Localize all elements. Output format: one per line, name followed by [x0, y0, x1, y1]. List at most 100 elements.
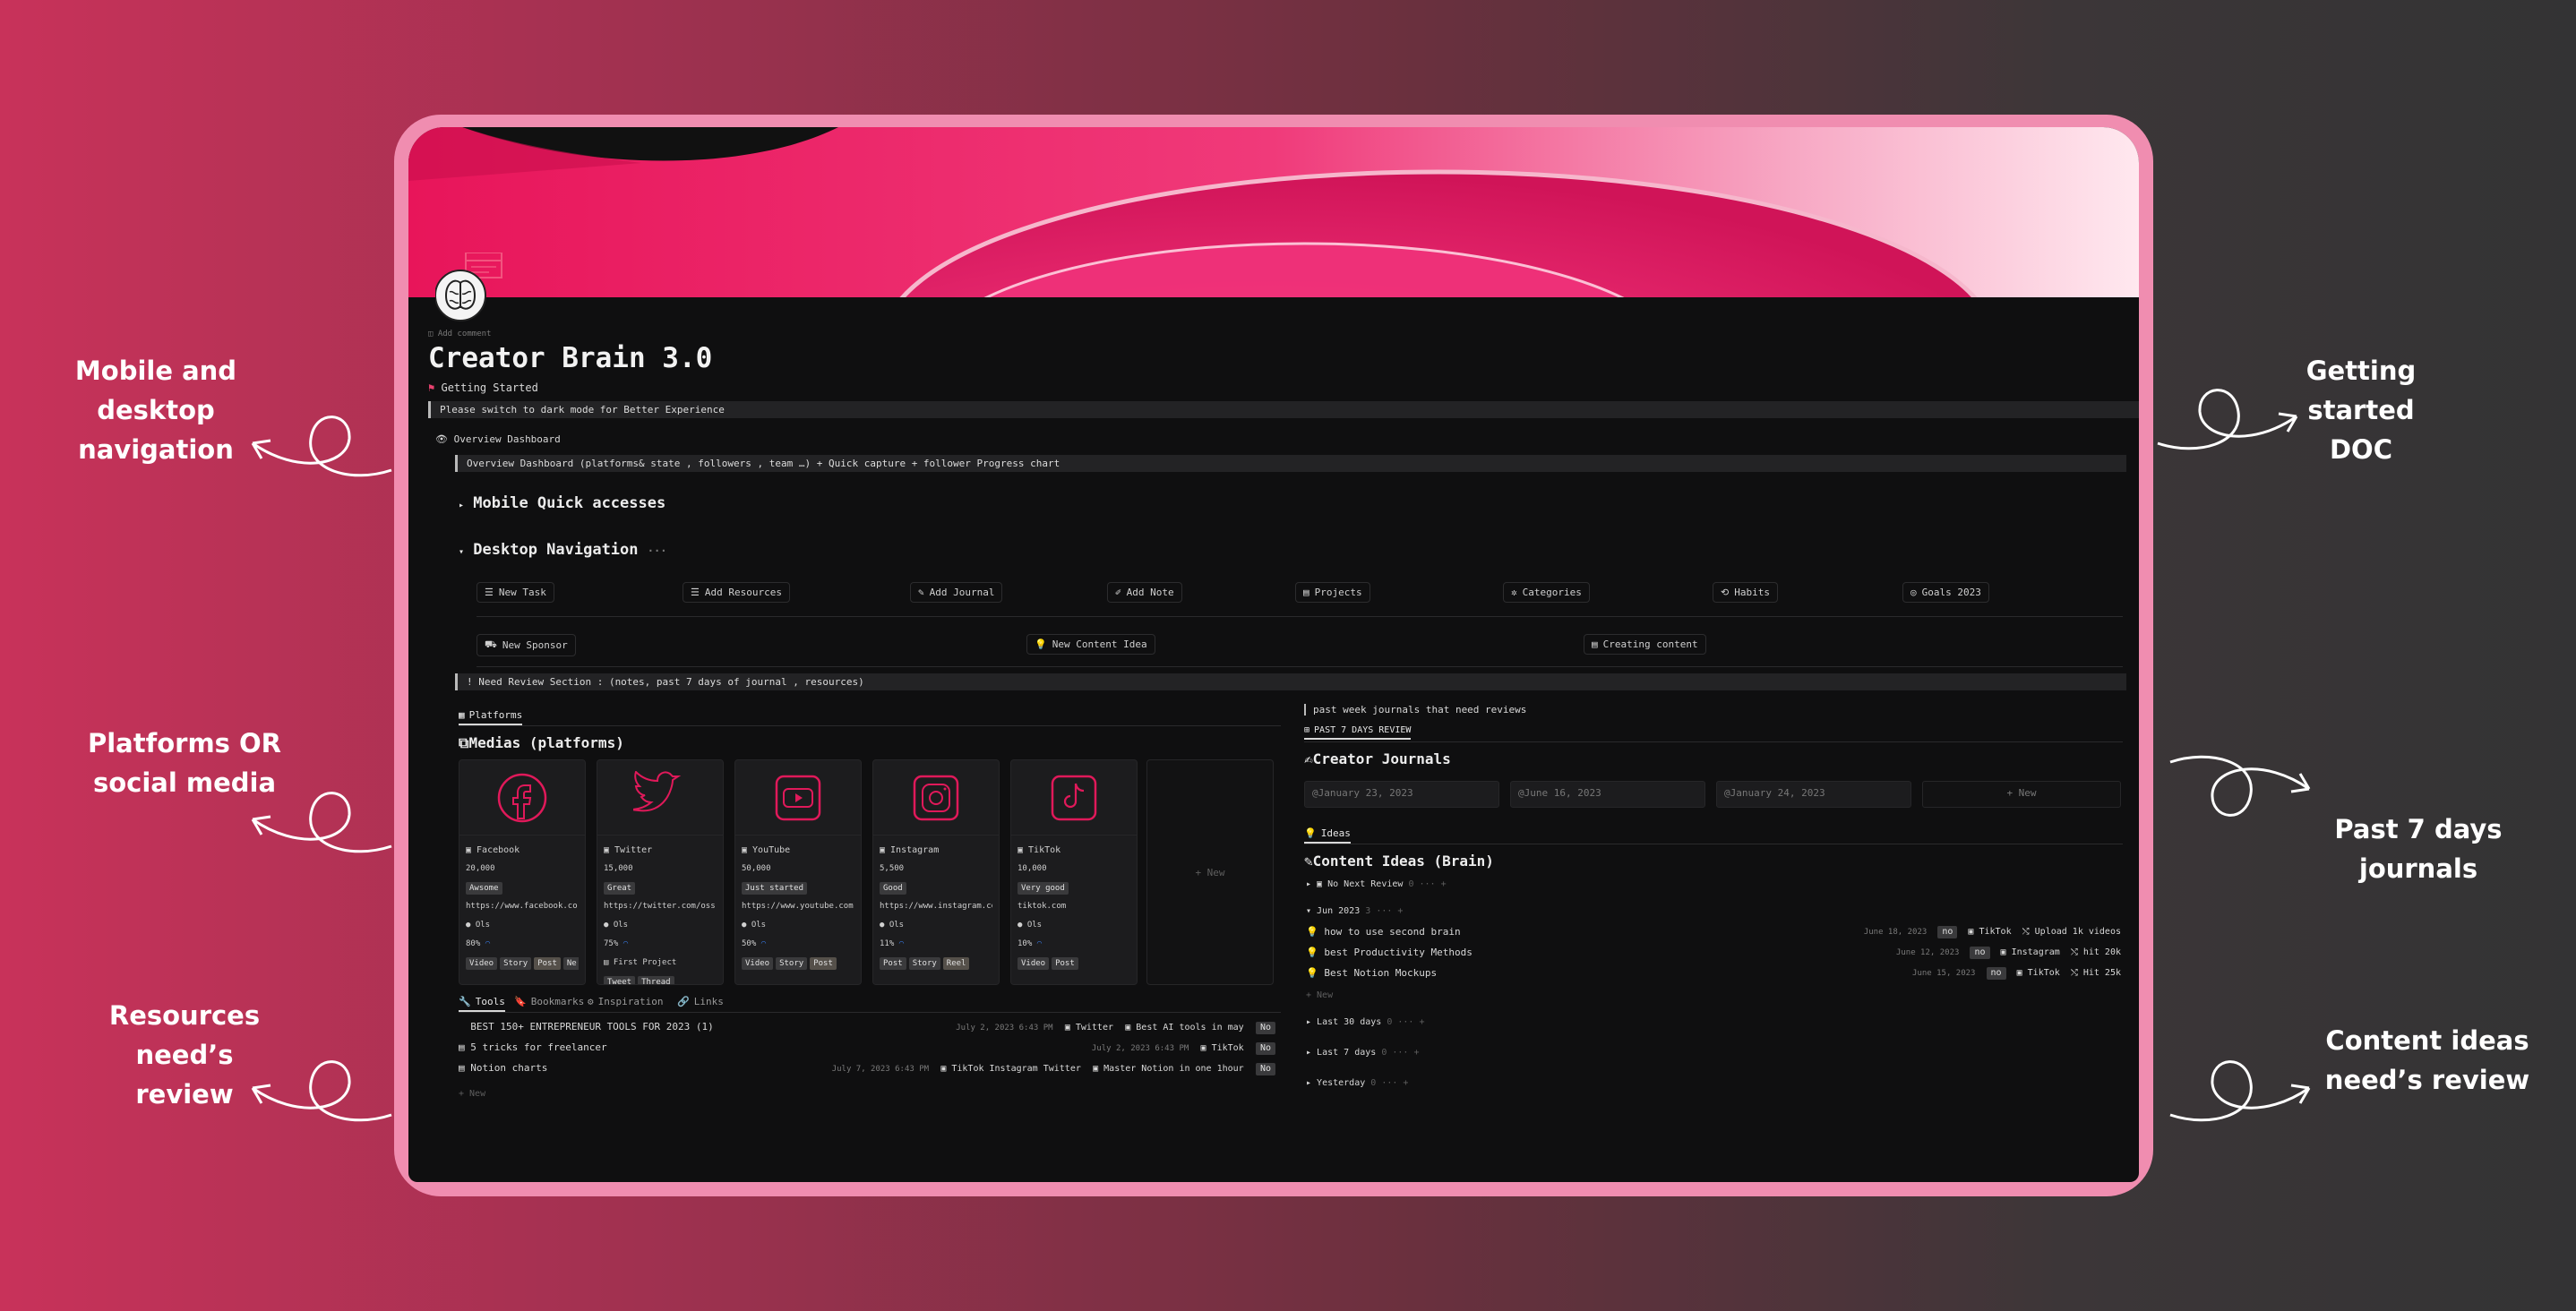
platform-progress: 80% ◠ [466, 939, 491, 948]
platform-owner: ● Ols [880, 921, 905, 930]
project-link[interactable]: ▤ First Project [604, 954, 717, 973]
group-last-30-days[interactable]: ▸ Last 30 days 0 ··· + [1306, 1017, 1425, 1027]
idea-row[interactable]: 💡 Best Notion Mockups June 15, 2023 no ▣… [1306, 967, 2121, 983]
journal-entry[interactable]: @June 16, 2023 [1510, 781, 1705, 808]
overview-description: Overview Dashboard (platforms& state , f… [455, 455, 2126, 472]
new-journal-button[interactable]: + New [1922, 781, 2121, 808]
resource-title[interactable]: BEST 150+ ENTREPRENEUR TOOLS FOR 2023 (1… [459, 1021, 714, 1033]
list-icon: ☰ [691, 587, 700, 598]
platform-name: ▣ Twitter [604, 845, 653, 855]
resource-meta: July 2, 2023 6:43 PM ▣ Twitter ▣ Best AI… [956, 1021, 1275, 1034]
edit-icon: ✐ [1115, 587, 1121, 598]
platform-url[interactable]: https://www.youtube.com [742, 897, 854, 916]
new-idea-button[interactable]: + New [1306, 990, 1333, 1000]
add-resources-button[interactable]: ☰ Add Resources [683, 582, 790, 603]
bulb-icon: 💡 [1306, 926, 1318, 938]
arrow-loop-left-3 [251, 1060, 392, 1122]
page-title: Creator Brain 3.0 [428, 342, 713, 374]
mobile-quick-accesses-toggle[interactable]: ▸ Mobile Quick accesses [459, 494, 665, 512]
new-platform-card[interactable]: + New [1146, 759, 1274, 985]
tab-past-7-days[interactable]: ⊞ PAST 7 DAYS REVIEW [1304, 725, 1412, 740]
platform-tags: Video Story Post [742, 954, 854, 973]
tag-pill: Story [776, 957, 808, 970]
group-yesterday[interactable]: ▸ Yesterday 0 ··· + [1306, 1078, 1408, 1088]
journals-note: past week journals that need reviews [1304, 704, 1526, 715]
device-frame: ◫ Add comment Creator Brain 3.0 ⚑ Gettin… [394, 115, 2153, 1196]
resource-title[interactable]: ▤ 5 tricks for freelancer [459, 1041, 607, 1053]
platform-card-facebook[interactable]: ▣ Facebook 20,000 Awsome https://www.fac… [459, 759, 586, 985]
tag-pill: Reel [942, 957, 970, 970]
arrow-loop-right-1 [2157, 389, 2298, 450]
platform-tags: Tweet Thread [604, 973, 717, 984]
idea-title[interactable]: 💡 Best Notion Mockups [1306, 967, 1437, 979]
resource-title[interactable]: ▤ Notion charts [459, 1062, 547, 1074]
idea-row[interactable]: 💡 best Productivity Methods June 12, 202… [1306, 947, 2121, 963]
platform-url[interactable]: https://www.facebook.co [466, 897, 579, 916]
arrow-loop-right-3 [2169, 1060, 2311, 1122]
platform-tags: Post Story Reel [880, 954, 992, 973]
triangle-right-icon: ▸ [459, 501, 465, 510]
tab-bookmarks[interactable]: 🔖 Bookmarks [514, 996, 584, 1007]
resource-row[interactable]: ▤ Notion charts July 7, 2023 6:43 PM ▣ T… [459, 1062, 1275, 1078]
dark-mode-note: Please switch to dark mode for Better Ex… [428, 401, 2139, 418]
getting-started-link[interactable]: ⚑ Getting Started [428, 381, 538, 394]
new-resource-button[interactable]: + New [459, 1089, 485, 1099]
platform-url[interactable]: https://www.instagram.co [880, 897, 992, 916]
page-body: ◫ Add comment Creator Brain 3.0 ⚑ Gettin… [408, 297, 2139, 1182]
tab-inspiration[interactable]: ⚙ Inspiration [588, 996, 663, 1007]
habits-button[interactable]: ⟲ Habits [1713, 582, 1778, 603]
tag-pill: Thread [638, 976, 674, 984]
new-sponsor-button[interactable]: ⛟ New Sponsor [477, 634, 576, 656]
add-journal-button[interactable]: ✎ Add Journal [910, 582, 1003, 603]
arrow-loop-left-2 [251, 792, 392, 853]
resource-row[interactable]: ▤ 5 tricks for freelancer July 2, 2023 6… [459, 1041, 1275, 1058]
journal-entry[interactable]: @January 23, 2023 [1304, 781, 1499, 808]
arrow-loop-left-1 [251, 416, 392, 477]
idea-meta: June 18, 2023 no ▣ TikTok ⤭ Upload 1k vi… [1863, 926, 2121, 938]
idea-row[interactable]: 💡 how to use second brain June 18, 2023 … [1306, 926, 2121, 942]
cover-image [408, 127, 2139, 297]
add-note-button[interactable]: ✐ Add Note [1107, 582, 1182, 603]
tab-links[interactable]: 🔗 Links [677, 996, 724, 1007]
platform-card-twitter[interactable]: ▣ Twitter 15,000 Great https://twitter.c… [597, 759, 724, 985]
tag-pill: Post [1052, 957, 1078, 970]
platform-url[interactable]: https://twitter.com/oss [604, 897, 717, 916]
projects-button[interactable]: ▤ Projects [1295, 582, 1370, 603]
twitter-logo-icon [597, 760, 723, 835]
group-last-7-days[interactable]: ▸ Last 7 days 0 ··· + [1306, 1048, 1419, 1058]
new-content-idea-button[interactable]: 💡 New Content Idea [1026, 634, 1155, 655]
platform-card-tiktok[interactable]: ▣ TikTok 10,000 Very good tiktok.com ● O… [1010, 759, 1138, 985]
platform-card-youtube[interactable]: ▣ YouTube 50,000 Just started https://ww… [734, 759, 862, 985]
tab-platforms[interactable]: ▦ Platforms [459, 709, 523, 725]
tab-tools[interactable]: 🔧 Tools [459, 996, 505, 1012]
goals-button[interactable]: ◎ Goals 2023 [1902, 582, 1989, 603]
platform-followers: 20,000 [466, 864, 495, 873]
group-no-next-review[interactable]: ▸ ▣ No Next Review 0 ··· + [1306, 879, 1447, 889]
new-task-button[interactable]: ☰ New Task [477, 582, 554, 603]
platform-progress: 10% ◠ [1018, 939, 1043, 948]
platform-status: Good [880, 878, 992, 897]
resource-row[interactable]: BEST 150+ ENTREPRENEUR TOOLS FOR 2023 (1… [459, 1021, 1275, 1037]
more-icon[interactable]: ··· [648, 544, 667, 557]
platform-card-instagram[interactable]: ▣ Instagram 5,500 Good https://www.insta… [872, 759, 1000, 985]
platform-tags: Video Story Post Ne [466, 954, 579, 973]
idea-title[interactable]: 💡 best Productivity Methods [1306, 947, 1473, 958]
folder-icon: ▤ [1592, 638, 1598, 650]
group-jun-2023[interactable]: ▾ Jun 2023 3 ··· + [1306, 906, 1403, 916]
overview-dashboard-link[interactable]: 👁 Overview Dashboard [435, 433, 561, 445]
resource-meta: July 7, 2023 6:43 PM ▣ TikTok Instagram … [832, 1062, 1275, 1075]
idea-title[interactable]: 💡 how to use second brain [1306, 926, 1461, 938]
platform-url[interactable]: tiktok.com [1018, 897, 1130, 916]
binoculars-icon: 👁 [435, 433, 448, 445]
creator-journals-heading: ✍Creator Journals [1304, 750, 1451, 767]
platform-name: ▣ TikTok [1018, 845, 1061, 855]
journal-entry[interactable]: @January 24, 2023 [1716, 781, 1911, 808]
platform-owner: ● Ols [604, 921, 629, 930]
tag-pill: Ne [562, 957, 579, 970]
add-comment-button[interactable]: ◫ Add comment [428, 330, 491, 338]
categories-button[interactable]: ✲ Categories [1503, 582, 1590, 603]
creating-content-button[interactable]: ▤ Creating content [1584, 634, 1706, 655]
grid-icon: ⊞ [1304, 725, 1310, 735]
tab-ideas[interactable]: 💡 Ideas [1304, 827, 1351, 844]
desktop-navigation-toggle[interactable]: ▾ Desktop Navigation ··· [459, 541, 666, 559]
